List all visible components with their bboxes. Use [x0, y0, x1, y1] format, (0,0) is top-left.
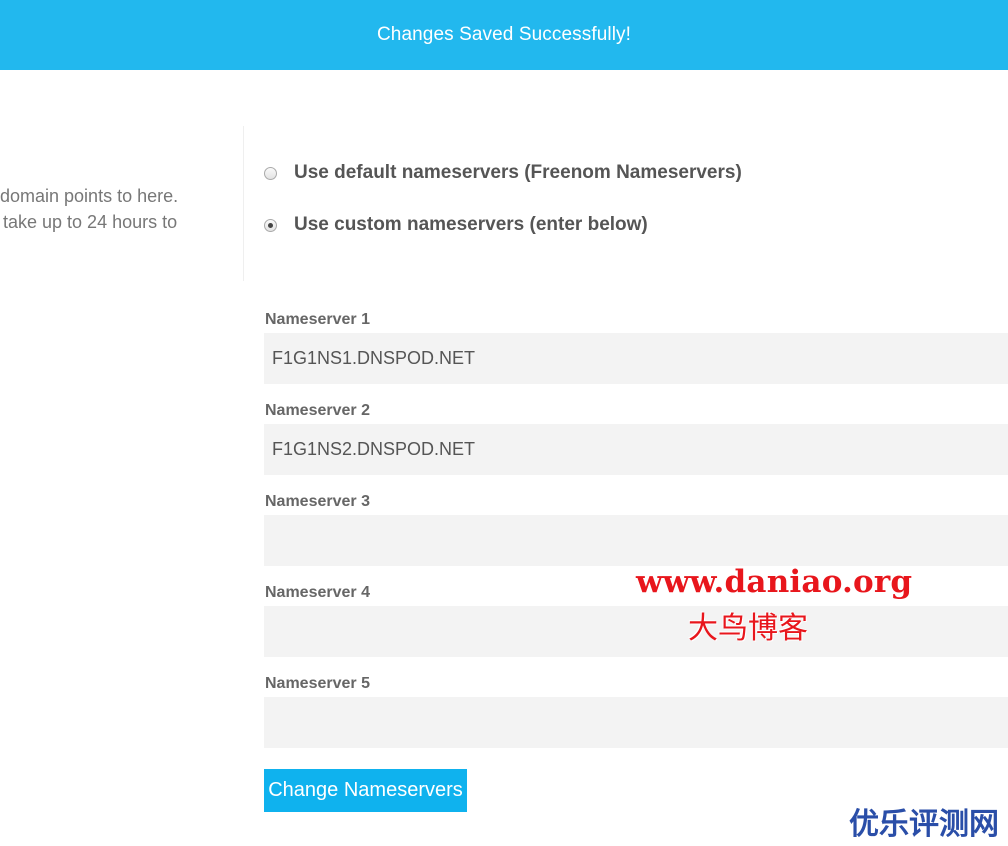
custom-nameservers-label[interactable]: Use custom nameservers (enter below)	[294, 214, 648, 236]
default-nameservers-label[interactable]: Use default nameservers (Freenom Nameser…	[294, 162, 742, 184]
info-line-2: take up to 24 hours to	[3, 212, 178, 232]
nameserver-4-label: Nameserver 4	[265, 584, 370, 601]
nameserver-5-label: Nameserver 5	[265, 675, 370, 692]
column-divider	[243, 126, 244, 281]
nameserver-1-label: Nameserver 1	[265, 311, 370, 328]
watermark-blog-name: 大鸟博客	[688, 611, 808, 646]
custom-nameservers-option[interactable]: Use custom nameservers (enter below)	[264, 214, 648, 236]
success-message: Changes Saved Successfully!	[376, 24, 632, 45]
nameserver-3-label: Nameserver 3	[265, 493, 370, 510]
change-nameservers-button[interactable]: Change Nameservers	[264, 769, 467, 812]
default-nameservers-option[interactable]: Use default nameservers (Freenom Nameser…	[264, 162, 742, 184]
info-line-1: domain points to here.	[0, 186, 179, 206]
nameserver-info-text: domain points to here. take up to 24 hou…	[0, 183, 240, 235]
custom-nameservers-radio[interactable]	[264, 218, 277, 232]
nameserver-4-input[interactable]	[264, 606, 1008, 657]
nameserver-1-input[interactable]: F1G1NS1.DNSPOD.NET	[264, 333, 1008, 384]
nameserver-3-input[interactable]	[264, 515, 1008, 566]
watermark-corner: 优乐评测网	[849, 807, 999, 842]
success-banner: Changes Saved Successfully!	[0, 0, 1008, 70]
watermark-site-url: www.daniao.org	[636, 564, 913, 600]
nameserver-2-label: Nameserver 2	[265, 402, 370, 419]
nameserver-2-input[interactable]: F1G1NS2.DNSPOD.NET	[264, 424, 1008, 475]
nameserver-5-input[interactable]	[264, 697, 1008, 748]
default-nameservers-radio[interactable]	[264, 166, 277, 180]
